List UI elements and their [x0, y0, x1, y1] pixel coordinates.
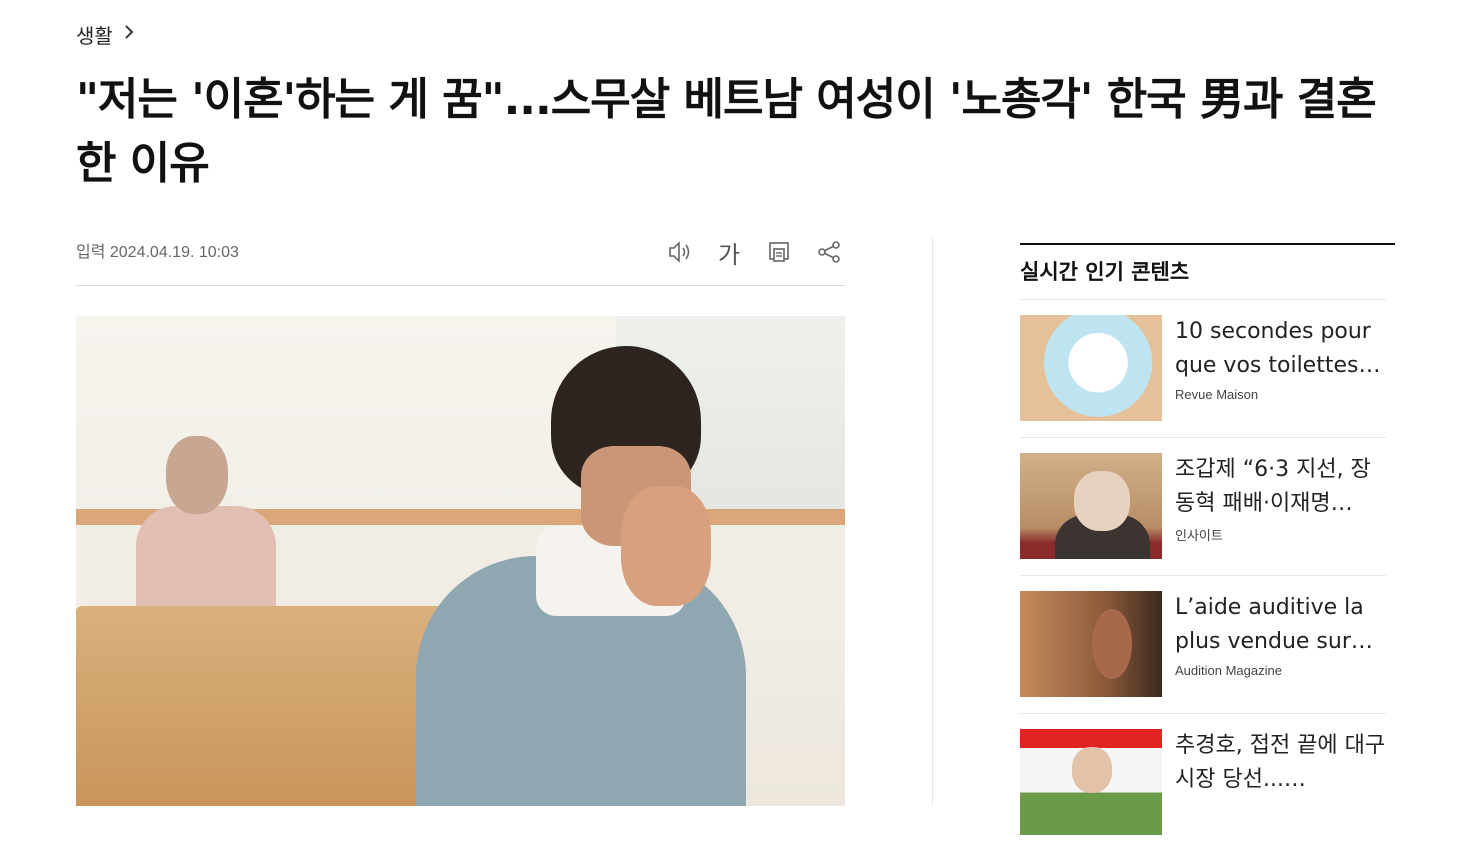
publish-date: 입력 2024.04.19. 10:03 — [76, 244, 239, 261]
speaker-icon[interactable] — [664, 236, 694, 268]
article-photo — [76, 316, 845, 806]
item-title[interactable]: 추경호, 접전 끝에 대구시장 당선...… — [1175, 729, 1386, 797]
article-toolbar: 가 — [664, 236, 844, 269]
item-source: 인사이트 — [1175, 528, 1223, 543]
item-source: Audition Magazine — [1175, 663, 1282, 678]
item-title[interactable]: L’aide auditive la plus vendue sur… — [1175, 591, 1386, 659]
column-divider — [932, 238, 933, 806]
share-icon[interactable] — [814, 236, 844, 268]
print-icon[interactable] — [764, 236, 794, 268]
popular-list: 10 secondes pour que vos toilettes… Revu… — [1020, 299, 1395, 851]
thumbnail[interactable] — [1020, 591, 1162, 697]
list-item[interactable]: 추경호, 접전 끝에 대구시장 당선...… — [1020, 713, 1386, 851]
breadcrumb[interactable]: 생활 — [76, 20, 135, 49]
thumbnail[interactable] — [1020, 453, 1162, 559]
divider — [76, 285, 845, 286]
thumbnail[interactable] — [1020, 729, 1162, 835]
chevron-right-icon — [123, 24, 135, 45]
breadcrumb-label: 생활 — [76, 24, 113, 48]
list-item[interactable]: L’aide auditive la plus vendue sur… Audi… — [1020, 575, 1386, 713]
sidebar-title: 실시간 인기 콘텐츠 — [1020, 260, 1190, 284]
item-title[interactable]: 10 secondes pour que vos toilettes… — [1175, 315, 1386, 383]
thumbnail[interactable] — [1020, 315, 1162, 421]
article-title: "저는 '이혼'하는 게 꿈"...스무살 베트남 여성이 '노총각' 한국 男… — [76, 74, 1377, 189]
list-item[interactable]: 조갑제 “6·3 지선, 장동혁 패배·이재명… 인사이트 — [1020, 437, 1386, 575]
font-size-button[interactable]: 가 — [714, 236, 744, 269]
list-item[interactable]: 10 secondes pour que vos toilettes… Revu… — [1020, 299, 1386, 437]
item-source: Revue Maison — [1175, 387, 1259, 402]
item-title[interactable]: 조갑제 “6·3 지선, 장동혁 패배·이재명… — [1175, 453, 1386, 521]
sidebar-top-rule — [1020, 243, 1395, 245]
popular-content-sidebar: 실시간 인기 콘텐츠 10 secondes pour que vos toil… — [1020, 243, 1395, 851]
